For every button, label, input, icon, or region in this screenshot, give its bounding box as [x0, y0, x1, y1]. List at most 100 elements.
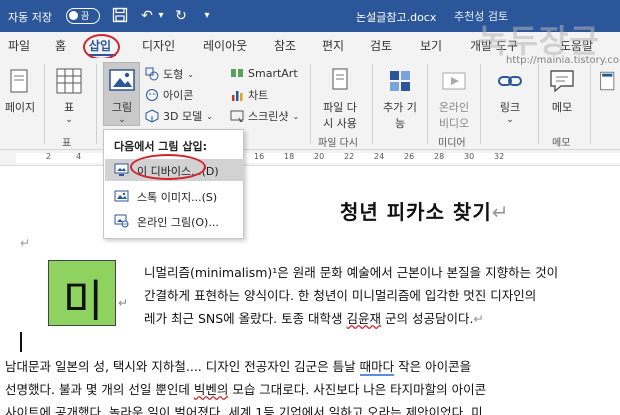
tab-layout[interactable]: 레이아웃 [203, 37, 247, 54]
picture-label: 그림 [111, 101, 133, 114]
body-text: 선명했다. 불과 몇 개의 선일 뿐인데 [5, 382, 194, 397]
smartart-icon [231, 69, 243, 77]
misspelled-word[interactable]: 빅벤의 [194, 382, 229, 397]
tab-references[interactable]: 참조 [274, 37, 296, 54]
chevron-down-icon: ⌄ [506, 115, 514, 125]
chevron-down-icon: ⌄ [65, 115, 73, 125]
return-mark: ↵ [491, 200, 510, 224]
page-icon [10, 69, 28, 93]
table-icon [56, 68, 82, 94]
get-addins-label-1: 추가 기 [383, 101, 417, 114]
tab-view[interactable]: 보기 [420, 37, 442, 54]
chevron-down-icon: ⌄ [206, 111, 213, 121]
page-button[interactable]: 페이지 [4, 66, 36, 115]
body-text: 남대문과 일본의 성, 택시와 지하철.... 디자인 전공자인 김군은 틈날 [5, 359, 360, 374]
ribbon-separator [96, 64, 97, 144]
tab-review[interactable]: 검토 [370, 37, 392, 54]
addin-file-label-1: 파일 다 [323, 101, 357, 114]
undo-dropdown-icon[interactable]: ▾ [152, 7, 170, 25]
menu-item-stock-images[interactable]: 스톡 이미지...(S) [105, 185, 244, 207]
dropcap-character: 미 [62, 276, 104, 327]
link-label: 링크 [499, 101, 521, 114]
3d-models-button[interactable]: 3D 모델 ⌄ [145, 108, 213, 124]
picture-icon [109, 69, 135, 91]
watermark-url: http://mainia.tistory.com [506, 55, 620, 66]
device-icon [114, 163, 129, 176]
table-group-label: 표 [62, 138, 72, 149]
shapes-button[interactable]: 도형 ⌄ [145, 66, 194, 82]
tab-home[interactable]: 홈 [55, 37, 66, 54]
stock-images-icon [114, 190, 129, 202]
body-text: 모습 그대로다. 사진보다 나은 타지마할의 아이콘 [228, 382, 487, 397]
document-filename: 논설글참고.docx [356, 11, 437, 24]
menu-item-label: 온라인 그림(O)... [137, 216, 219, 229]
dropcap-box[interactable]: 미 [48, 260, 116, 327]
horizontal-ruler[interactable]: 2 4 6 8 10 12 14 16 18 20 22 24 26 28 30… [0, 150, 620, 166]
ruler-number: 24 [374, 152, 385, 161]
link-icon [498, 76, 522, 86]
misspelled-word[interactable]: 김윤재 [347, 311, 382, 326]
table-button[interactable]: 표 ⌄ [52, 66, 86, 125]
return-mark: ↵ [118, 296, 129, 310]
online-video-label-2: 비디오 [438, 117, 470, 130]
cube-icon [145, 109, 159, 123]
link-button[interactable]: 링크 ⌄ [488, 66, 532, 125]
get-addins-button[interactable]: 추가 기 능 [378, 66, 422, 131]
tab-design[interactable]: 디자인 [142, 37, 175, 54]
icons-button[interactable]: 아이콘 [145, 87, 193, 103]
screenshot-button[interactable]: 스크린샷 ⌄ [230, 108, 299, 124]
tab-mailings[interactable]: 편지 [322, 37, 344, 54]
video-icon [442, 72, 466, 90]
ruler-number: 32 [494, 152, 505, 161]
ruler-number: 18 [284, 152, 295, 161]
smartart-label: SmartArt [248, 66, 298, 80]
memo-button[interactable]: 메모 [542, 66, 582, 115]
menu-item-online-pictures[interactable]: 온라인 그림(O)... [105, 210, 244, 232]
screenshot-icon [230, 110, 244, 122]
body-line-6: 사이트에 공개했다. 놀라운 일이 벌어졌다. 세계 1등 기업에서 일하고 오… [5, 405, 483, 415]
toggle-knob [69, 11, 78, 20]
body-line-1: 니멀리즘(minimalism)¹은 원래 문화 예술에서 근본이나 본질을 지… [144, 265, 559, 280]
shapes-icon [145, 67, 159, 81]
get-addins-label-2: 능 [394, 117, 406, 130]
tab-file[interactable]: 파일 [8, 37, 30, 54]
file-icon [332, 68, 348, 90]
addin-file-button[interactable]: 파일 다 시 사용 [318, 66, 362, 131]
online-video-button[interactable]: 온라인 비디오 [432, 66, 476, 131]
body-text: 군의 성공담이다. [381, 311, 474, 326]
ruler-number: 30 [464, 152, 475, 161]
menu-header: 다음에서 그림 삽입: [114, 140, 208, 153]
body-line-3: 레가 최근 SNS에 올랐다. 토종 대학생 김윤재 군의 성공담이다.↵ [144, 308, 484, 327]
chevron-down-icon: ⌄ [118, 115, 126, 125]
text-cursor [20, 332, 22, 352]
paragraph-mark: ↵ [20, 236, 31, 250]
document-canvas[interactable]: 청년 피카소 찾기↵ ↵ 미 ↵ 니멀리즘(minimalism)¹은 원래 문… [0, 166, 620, 415]
chevron-down-icon: ⌄ [187, 69, 194, 79]
table-label: 표 [63, 101, 75, 114]
ruler-number: 16 [254, 152, 265, 161]
screenshot-label: 스크린샷 [248, 110, 289, 123]
redo-icon[interactable]: ↻ [172, 7, 190, 25]
icons-label: 아이콘 [163, 89, 194, 102]
ruler-number: 20 [314, 152, 325, 161]
autosave-toggle[interactable]: 끔 [66, 8, 100, 24]
chevron-down-icon: ⌄ [292, 111, 300, 121]
customize-qat-icon[interactable]: ▾ [198, 7, 216, 25]
menu-item-label: 스톡 이미지...(S) [137, 191, 218, 204]
save-icon[interactable] [111, 7, 129, 25]
ribbon-separator [480, 64, 481, 144]
ribbon-separator [590, 64, 591, 144]
comment-icon [550, 70, 574, 93]
ribbon-separator [44, 64, 45, 144]
icons-icon [146, 89, 158, 101]
toggle-state: 끔 [81, 12, 90, 22]
picture-button[interactable]: 그림 ⌄ [104, 66, 140, 125]
ribbon-separator [538, 64, 539, 144]
chart-button[interactable]: 차트 [230, 87, 268, 103]
online-video-label-1: 온라인 [438, 101, 470, 114]
header-footer-button[interactable] [596, 66, 620, 99]
grammar-flag-word[interactable]: 때마다 [359, 359, 395, 376]
highlight-ellipse-insert-tab [83, 34, 120, 60]
smartart-button[interactable]: SmartArt [230, 66, 298, 80]
body-line-4: 남대문과 일본의 성, 택시와 지하철.... 디자인 전공자인 김군은 틈날 … [5, 356, 471, 376]
